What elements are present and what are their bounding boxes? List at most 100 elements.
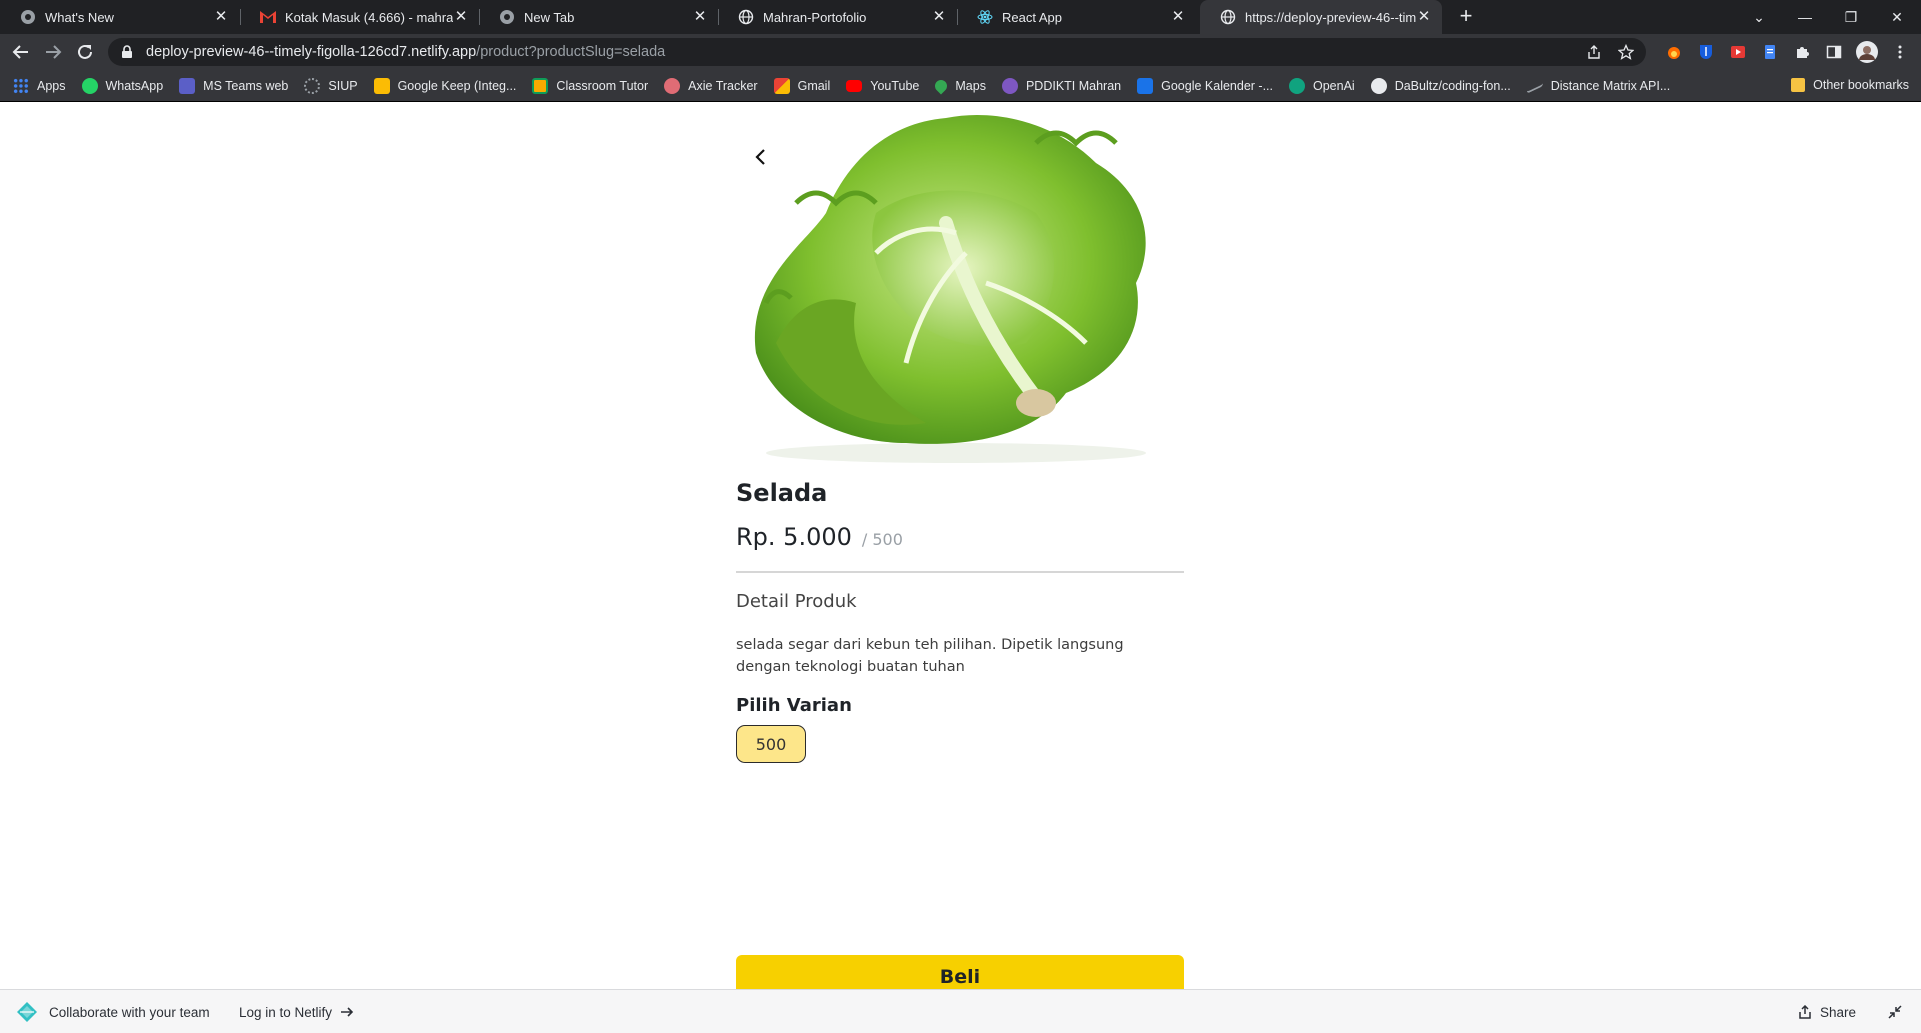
close-icon[interactable]: ✕ <box>1170 9 1186 25</box>
tab-title: New Tab <box>524 9 575 25</box>
variant-option-500[interactable]: 500 <box>736 725 806 763</box>
calendar-icon <box>1137 77 1154 94</box>
bookmark-star-icon[interactable] <box>1617 43 1635 60</box>
extension-docs-icon[interactable] <box>1762 44 1778 60</box>
chrome-icon <box>20 9 36 25</box>
bookmark-label: Apps <box>37 78 66 93</box>
tab-title: https://deploy-preview-46--timel <box>1245 9 1416 25</box>
bookmark-pddikti[interactable]: PDDIKTI Mahran <box>1001 77 1122 94</box>
gmail-icon <box>773 77 790 94</box>
tab-search-chevron-icon[interactable]: ⌄ <box>1736 0 1782 34</box>
reload-icon[interactable] <box>72 39 98 65</box>
globe-icon <box>1220 9 1236 25</box>
browser-menu-icon[interactable] <box>1892 44 1908 60</box>
close-icon[interactable]: ✕ <box>1416 9 1432 25</box>
variant-heading: Pilih Varian <box>736 695 852 716</box>
bookmark-github[interactable]: DaBultz/coding-fon... <box>1370 77 1511 94</box>
product-unit: / 500 <box>861 530 903 549</box>
divider <box>736 571 1184 573</box>
bookmark-label: SIUP <box>328 78 358 93</box>
page-content: Selada Rp. 5.000 / 500 Detail Produk sel… <box>0 103 1921 989</box>
back-arrow-icon[interactable] <box>8 39 34 65</box>
share-page-icon[interactable] <box>1586 44 1602 60</box>
bookmark-google-keep[interactable]: Google Keep (Integ... <box>373 77 517 94</box>
bookmark-label: Google Kalender -... <box>1161 78 1273 93</box>
address-bar[interactable]: deploy-preview-46--timely-figolla-126cd7… <box>108 38 1646 66</box>
bookmark-label: DaBultz/coding-fon... <box>1394 78 1511 93</box>
back-button[interactable] <box>746 143 774 171</box>
bookmark-youtube[interactable]: YouTube <box>846 79 919 93</box>
bookmark-maps[interactable]: Maps <box>932 77 986 94</box>
side-panel-icon[interactable] <box>1826 44 1842 60</box>
bookmark-classroom-tutor[interactable]: Classroom Tutor <box>532 77 648 94</box>
tab-whats-new[interactable]: What's New ✕ <box>0 0 239 34</box>
window-close-icon[interactable]: ✕ <box>1874 0 1920 34</box>
bookmark-apps[interactable]: Apps <box>13 77 66 94</box>
bookmark-label: Google Keep (Integ... <box>397 78 517 93</box>
other-bookmarks[interactable]: Other bookmarks <box>1791 78 1909 92</box>
bookmark-label: MS Teams web <box>203 78 289 93</box>
new-tab-button[interactable]: + <box>1454 5 1478 29</box>
bookmark-google-calendar[interactable]: Google Kalender -... <box>1137 77 1273 94</box>
tab-gmail[interactable]: Kotak Masuk (4.666) - mahran.ra ✕ <box>240 0 479 34</box>
tab-active-deploy-preview[interactable]: https://deploy-preview-46--timel ✕ <box>1200 0 1442 34</box>
tab-title: React App <box>1002 9 1062 25</box>
collapse-arrows-icon <box>1888 1005 1902 1019</box>
share-button[interactable]: Share <box>1798 990 1856 1033</box>
close-icon[interactable]: ✕ <box>931 9 947 25</box>
forward-arrow-icon[interactable] <box>40 39 66 65</box>
bookmark-ms-teams[interactable]: MS Teams web <box>179 77 289 94</box>
extensions-puzzle-icon[interactable] <box>1794 44 1810 60</box>
arrow-right-icon <box>341 1007 354 1017</box>
tab-new-tab[interactable]: New Tab ✕ <box>479 0 718 34</box>
profile-avatar[interactable] <box>1856 41 1878 63</box>
bookmark-axie-tracker[interactable]: Axie Tracker <box>664 77 758 94</box>
chart-line-icon <box>1526 77 1543 94</box>
browser-toolbar: deploy-preview-46--timely-figolla-126cd7… <box>0 34 1921 70</box>
chevron-left-icon <box>755 149 765 165</box>
close-icon[interactable]: ✕ <box>453 9 469 25</box>
other-bookmarks-label: Other bookmarks <box>1813 78 1909 92</box>
extension-fire-icon[interactable] <box>1666 44 1682 60</box>
classroom-icon <box>532 77 549 94</box>
pddikti-icon <box>1001 77 1018 94</box>
extension-video-icon[interactable] <box>1730 44 1746 60</box>
tab-portfolio[interactable]: Mahran-Portofolio ✕ <box>718 0 957 34</box>
product-price: Rp. 5.000 <box>736 523 852 551</box>
share-icon <box>1799 1005 1811 1019</box>
bookmark-label: PDDIKTI Mahran <box>1025 78 1122 93</box>
bookmark-whatsapp[interactable]: WhatsApp <box>81 77 164 94</box>
whatsapp-icon <box>81 77 98 94</box>
bookmark-label: YouTube <box>870 78 920 93</box>
youtube-icon <box>846 79 863 92</box>
bookmark-openai[interactable]: OpenAi <box>1289 77 1355 94</box>
bookmark-gmail[interactable]: Gmail <box>773 77 831 94</box>
folder-icon <box>1791 78 1806 92</box>
collaborate-link[interactable]: Collaborate with your team <box>16 990 210 1033</box>
collapse-drawer-button[interactable] <box>1888 990 1902 1033</box>
tab-title: What's New <box>45 9 114 25</box>
bookmark-distance-matrix[interactable]: Distance Matrix API... <box>1526 77 1670 94</box>
netlify-login-link[interactable]: Log in to Netlify <box>239 990 354 1033</box>
github-icon <box>1370 77 1387 94</box>
close-icon[interactable]: ✕ <box>213 9 229 25</box>
close-icon[interactable]: ✕ <box>692 9 708 25</box>
loading-spinner-icon <box>304 77 321 94</box>
bookmarks-bar: Apps WhatsApp MS Teams web SIUP Google K… <box>0 70 1921 102</box>
axie-icon <box>664 77 681 94</box>
extension-bitwarden-icon[interactable] <box>1698 44 1714 60</box>
bookmark-label: Gmail <box>797 78 831 93</box>
share-label: Share <box>1820 1004 1857 1020</box>
buy-button[interactable]: Beli <box>736 955 1184 989</box>
bookmark-label: Axie Tracker <box>688 78 758 93</box>
login-label: Log in to Netlify <box>239 1004 333 1020</box>
tab-react-app[interactable]: React App ✕ <box>957 0 1196 34</box>
bookmark-label: WhatsApp <box>105 78 164 93</box>
chrome-icon <box>499 9 515 25</box>
restore-icon[interactable]: ❐ <box>1828 0 1874 34</box>
bookmark-siup[interactable]: SIUP <box>304 77 358 94</box>
minimize-icon[interactable]: — <box>1782 0 1828 34</box>
google-keep-icon <box>373 77 390 94</box>
product-description: selada segar dari kebun teh pilihan. Dip… <box>736 637 1124 675</box>
tab-title: Mahran-Portofolio <box>763 9 867 25</box>
